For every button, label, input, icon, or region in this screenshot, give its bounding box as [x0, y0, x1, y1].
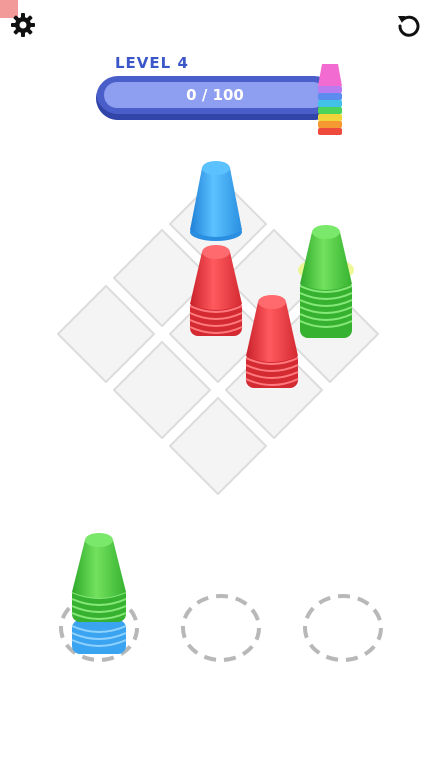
tray-slot-3[interactable]: [303, 594, 383, 662]
tray-slot-1[interactable]: [59, 533, 139, 662]
cup-tray: [59, 533, 383, 662]
tray-slot-2[interactable]: [181, 594, 261, 662]
